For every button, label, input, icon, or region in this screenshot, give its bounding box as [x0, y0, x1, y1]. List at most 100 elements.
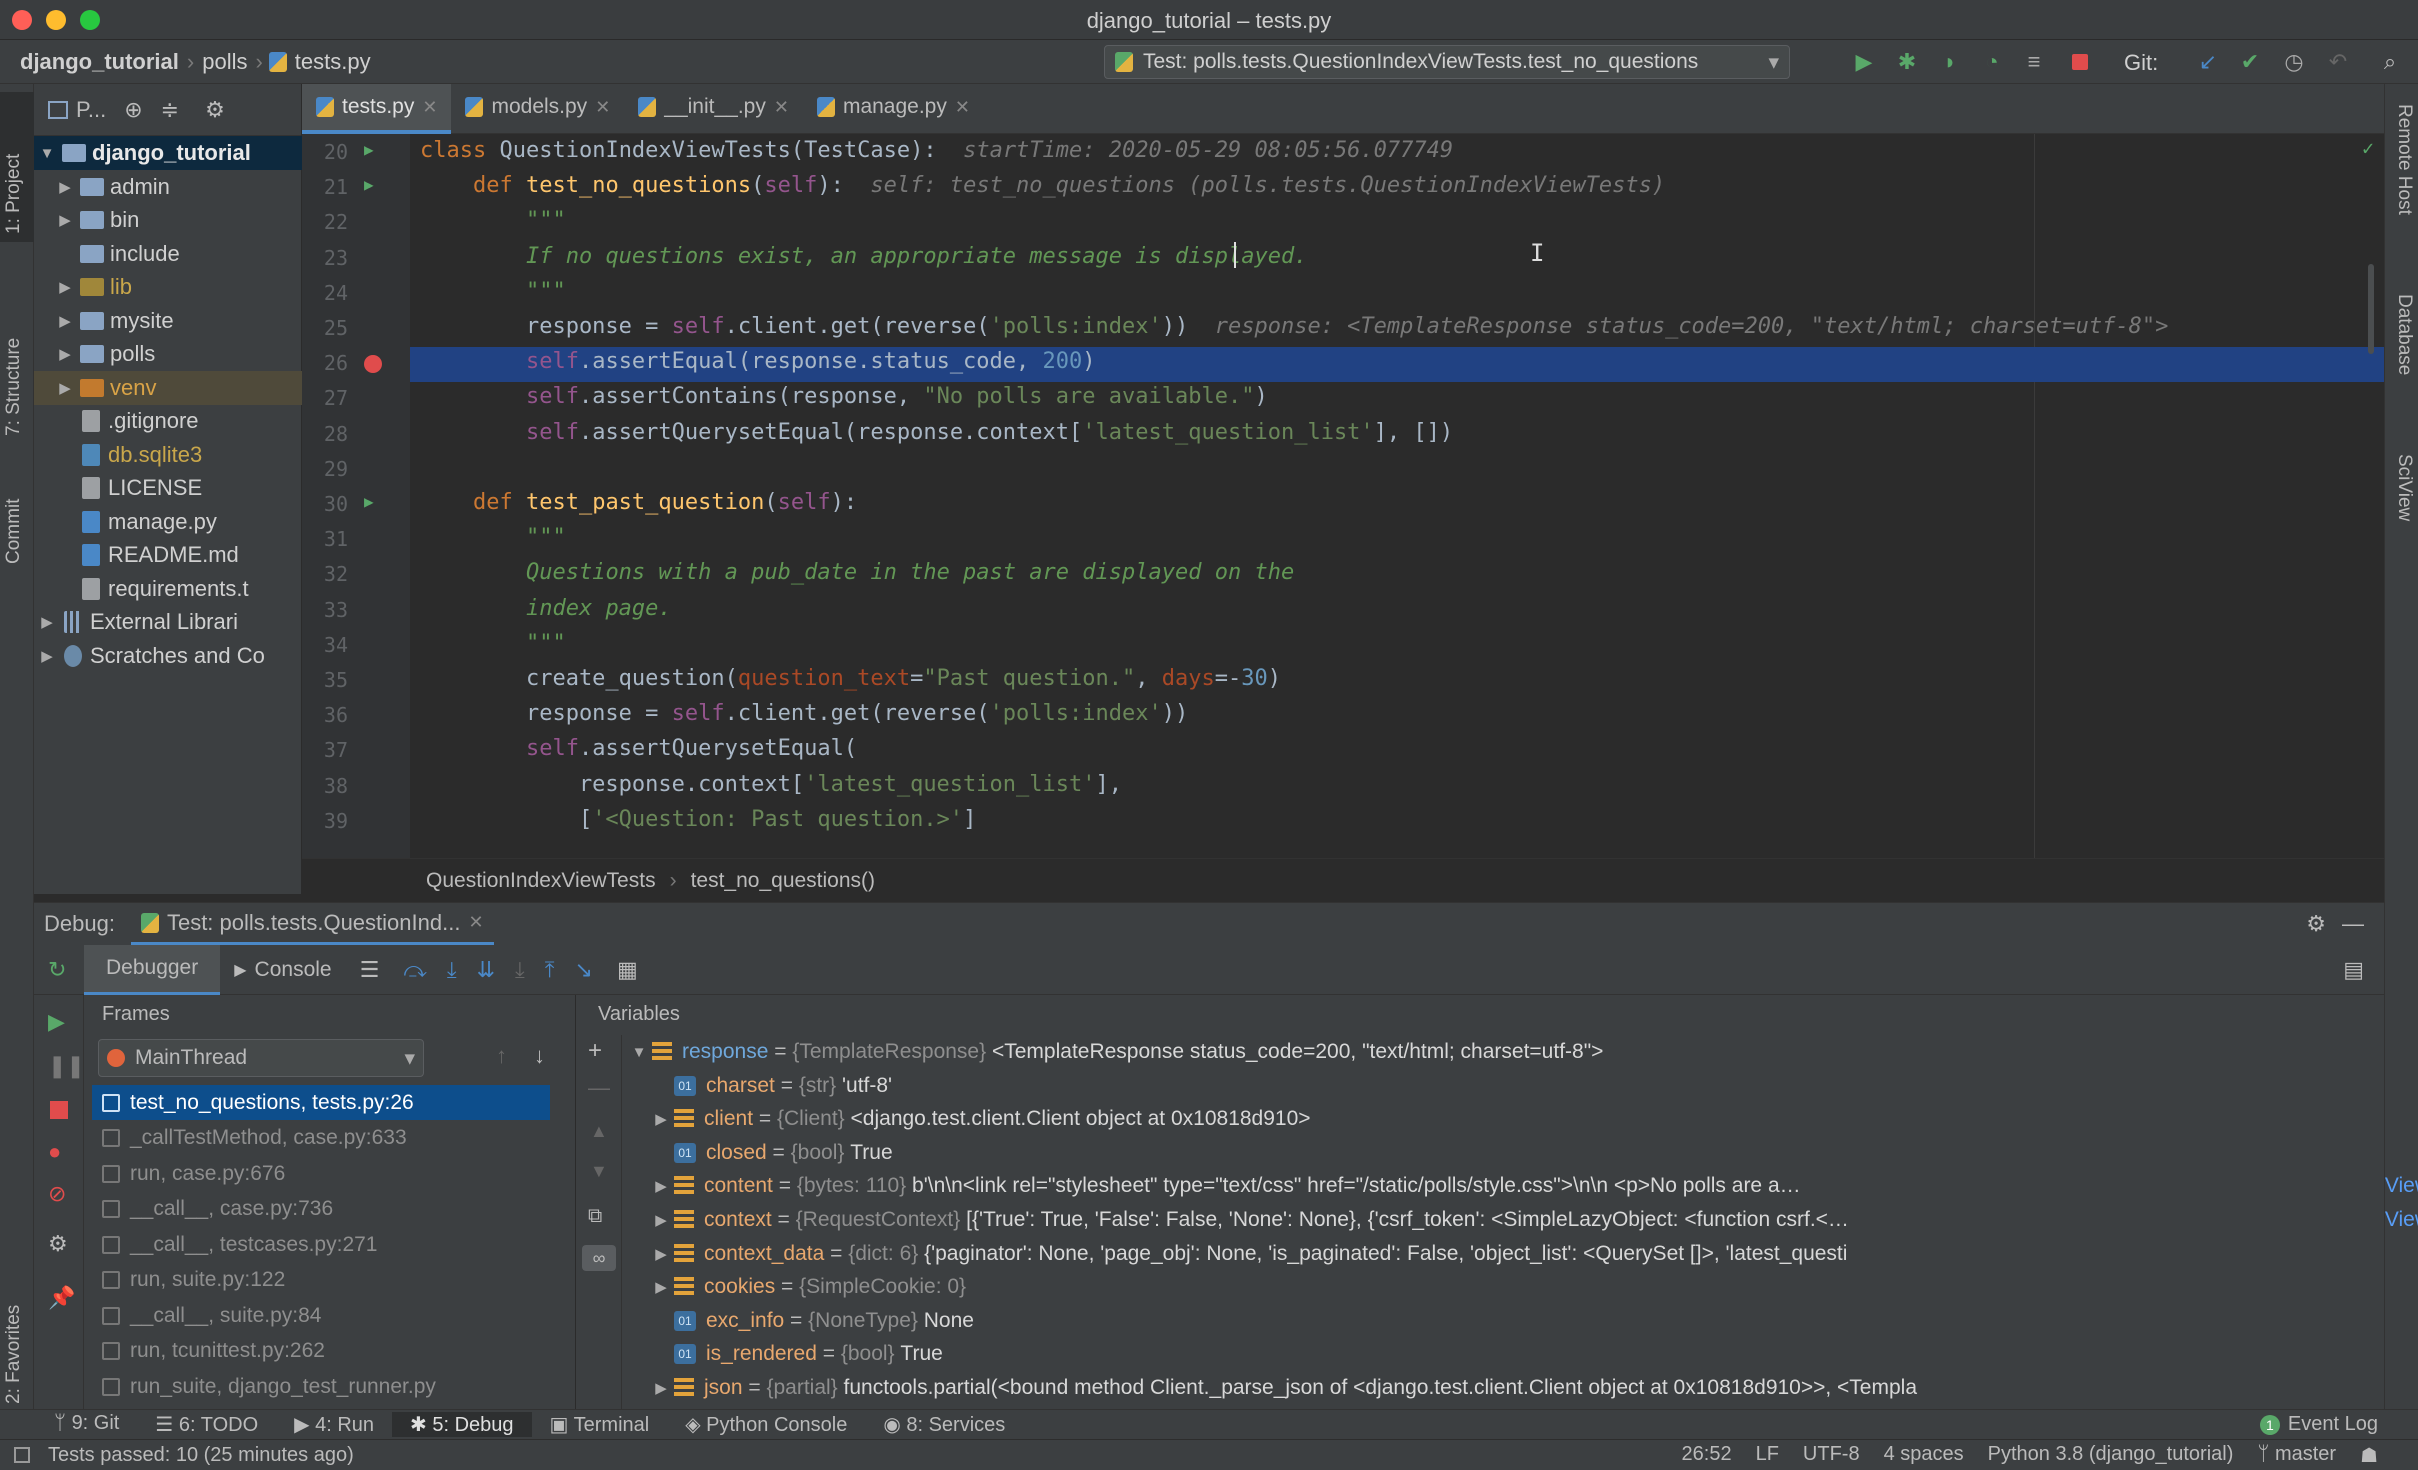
- step-into-my-code-icon[interactable]: ⇊: [467, 957, 505, 983]
- tool-window-9-git[interactable]: ᛘ 9: Git: [36, 1412, 137, 1437]
- tree-item[interactable]: ▶ admin: [34, 170, 302, 204]
- tree-item[interactable]: LICENSE: [34, 471, 302, 505]
- tree-item[interactable]: requirements.t: [34, 572, 302, 606]
- tool-window-terminal[interactable]: ▣ Terminal: [532, 1412, 668, 1437]
- chevron-right-icon[interactable]: ▶: [56, 178, 74, 196]
- stack-frame[interactable]: run, tcunittest.py:262: [92, 1334, 550, 1369]
- view-link[interactable]: View: [2385, 1174, 2418, 1198]
- evaluate-expression-icon[interactable]: ▦: [603, 957, 652, 983]
- stack-frame[interactable]: run_suite, django_test_runner.py: [92, 1369, 550, 1404]
- gear-icon[interactable]: ⚙: [48, 1231, 68, 1257]
- tool-window-favorites[interactable]: 2: Favorites: [3, 1305, 25, 1404]
- tab-init-py[interactable]: __init__.py ✕: [624, 84, 803, 134]
- chevron-down-icon[interactable]: ▼: [626, 1044, 652, 1061]
- variable-row[interactable]: 01 is_rendered = {bool} True: [626, 1337, 2418, 1371]
- stack-frame[interactable]: _callTestMethod, case.py:633: [92, 1121, 550, 1156]
- tab-models-py[interactable]: models.py ✕: [451, 84, 624, 134]
- run-configuration-select[interactable]: Test: polls.tests.QuestionIndexViewTests…: [1104, 45, 1790, 79]
- git-history-icon[interactable]: ◷: [2280, 48, 2308, 76]
- git-update-icon[interactable]: ↙: [2194, 48, 2222, 76]
- tab-manage-py[interactable]: manage.py ✕: [803, 84, 984, 134]
- profile-icon[interactable]: ◔: [1978, 48, 2006, 76]
- tool-window-sciview[interactable]: SciView: [2393, 454, 2415, 521]
- tree-item[interactable]: ▶ polls: [34, 337, 302, 371]
- locate-icon[interactable]: ⊕: [124, 97, 142, 123]
- thread-select[interactable]: MainThread ▾: [98, 1039, 424, 1077]
- variable-row[interactable]: ▶ json = {partial} functools.partial(<bou…: [626, 1371, 2418, 1405]
- concurrency-icon[interactable]: ≡: [2020, 48, 2048, 76]
- stack-frame[interactable]: __call__, suite.py:84: [92, 1298, 550, 1333]
- tree-item[interactable]: include: [34, 237, 302, 271]
- status-message[interactable]: Tests passed: 10 (25 minutes ago): [48, 1444, 354, 1467]
- arrow-up-icon[interactable]: ↑: [496, 1043, 507, 1069]
- close-icon[interactable]: ✕: [422, 97, 437, 118]
- chevron-right-icon[interactable]: ▶: [56, 211, 74, 229]
- variable-row[interactable]: 01 charset = {str} 'utf-8': [626, 1069, 2418, 1103]
- run-test-icon[interactable]: ▶: [364, 175, 374, 194]
- gear-icon[interactable]: ⚙: [2306, 911, 2326, 937]
- caret-position[interactable]: 26:52: [1682, 1443, 1732, 1468]
- close-icon[interactable]: ✕: [595, 97, 610, 118]
- breadcrumb-class[interactable]: QuestionIndexViewTests: [426, 869, 656, 893]
- tool-window-database[interactable]: Database: [2393, 294, 2415, 375]
- tree-item[interactable]: ▶ lib: [34, 270, 302, 304]
- chevron-right-icon[interactable]: ▶: [648, 1177, 674, 1195]
- indent-setting[interactable]: 4 spaces: [1884, 1443, 1964, 1468]
- git-branch[interactable]: ᛘ master: [2257, 1443, 2336, 1468]
- chevron-right-icon[interactable]: ▶: [38, 647, 56, 665]
- python-interpreter[interactable]: Python 3.8 (django_tutorial): [1988, 1443, 2234, 1468]
- variable-row[interactable]: 01 exc_info = {NoneType} None: [626, 1304, 2418, 1338]
- tool-window-remote-host[interactable]: Remote Host: [2393, 104, 2415, 215]
- resume-icon[interactable]: ▶: [48, 1009, 65, 1035]
- layout-icon[interactable]: ☰: [346, 957, 394, 983]
- tool-window-8-services[interactable]: ◉ 8: Services: [865, 1412, 1023, 1437]
- step-out-icon[interactable]: ⤒: [535, 957, 565, 983]
- chevron-right-icon[interactable]: ▶: [648, 1245, 674, 1263]
- chevron-right-icon[interactable]: ▶: [56, 278, 74, 296]
- restore-layout-icon[interactable]: ▤: [2343, 957, 2384, 983]
- breadcrumb-method[interactable]: test_no_questions(): [691, 869, 875, 893]
- debug-session-tab[interactable]: Test: polls.tests.QuestionInd... ✕: [130, 903, 494, 945]
- chevron-down-icon[interactable]: ▼: [38, 145, 56, 162]
- chevron-right-icon[interactable]: ▶: [56, 379, 74, 397]
- git-rollback-icon[interactable]: ↶: [2324, 48, 2352, 76]
- run-test-icon[interactable]: ▶: [364, 492, 374, 511]
- view-breakpoints-icon[interactable]: ●: [48, 1139, 61, 1165]
- tab-console[interactable]: ▶ Console: [220, 958, 345, 982]
- chevron-right-icon[interactable]: ▶: [56, 312, 74, 330]
- add-watch-icon[interactable]: +: [588, 1037, 602, 1065]
- event-log-button[interactable]: 1 Event Log: [2259, 1413, 2418, 1436]
- chevron-right-icon[interactable]: ▶: [648, 1379, 674, 1397]
- gear-icon[interactable]: ⚙: [205, 97, 225, 123]
- tree-item[interactable]: .gitignore: [34, 404, 302, 438]
- chevron-right-icon[interactable]: ▶: [648, 1110, 674, 1128]
- tool-window-commit[interactable]: Commit: [3, 499, 25, 564]
- tree-item[interactable]: ▶ venv: [34, 370, 302, 405]
- tree-item[interactable]: ▶ mysite: [34, 304, 302, 338]
- move-down-icon[interactable]: ▼: [590, 1161, 608, 1182]
- stop-icon[interactable]: [50, 1101, 68, 1119]
- stack-frame[interactable]: __call__, testcases.py:271: [92, 1227, 550, 1262]
- chevron-right-icon[interactable]: ▶: [648, 1278, 674, 1296]
- tool-window-project[interactable]: 1: Project: [3, 154, 25, 234]
- nav-crumb-project[interactable]: django_tutorial: [12, 49, 187, 75]
- move-up-icon[interactable]: ▲: [590, 1121, 608, 1142]
- tree-item[interactable]: ▶ bin: [34, 203, 302, 237]
- chevron-right-icon[interactable]: ▶: [648, 1211, 674, 1229]
- chevron-right-icon[interactable]: ▶: [56, 345, 74, 363]
- tree-item[interactable]: ▼ django_tutorial: [34, 136, 302, 170]
- tool-window-6-todo[interactable]: ☰ 6: TODO: [137, 1412, 276, 1437]
- coverage-icon[interactable]: ◗: [1936, 48, 1964, 76]
- copy-icon[interactable]: ⧉: [588, 1205, 602, 1228]
- tool-window-4-run[interactable]: ▶ 4: Run: [276, 1412, 392, 1437]
- stack-frame[interactable]: run, case.py:676: [92, 1156, 550, 1191]
- minimize-icon[interactable]: —: [2342, 911, 2384, 937]
- debug-bug-icon[interactable]: ✱: [1893, 48, 1921, 76]
- editor-scrollbar[interactable]: [2368, 264, 2374, 354]
- stack-frame[interactable]: test_no_questions, tests.py:26: [92, 1085, 550, 1120]
- memory-indicator-icon[interactable]: ☗: [2360, 1443, 2378, 1468]
- variable-row[interactable]: ▼ response = {TemplateResponse} <Template…: [626, 1035, 2418, 1069]
- stack-frame[interactable]: __call__, case.py:736: [92, 1192, 550, 1227]
- step-into-icon[interactable]: ⤓: [437, 957, 467, 983]
- variable-row[interactable]: 01 closed = {bool} True: [626, 1136, 2418, 1170]
